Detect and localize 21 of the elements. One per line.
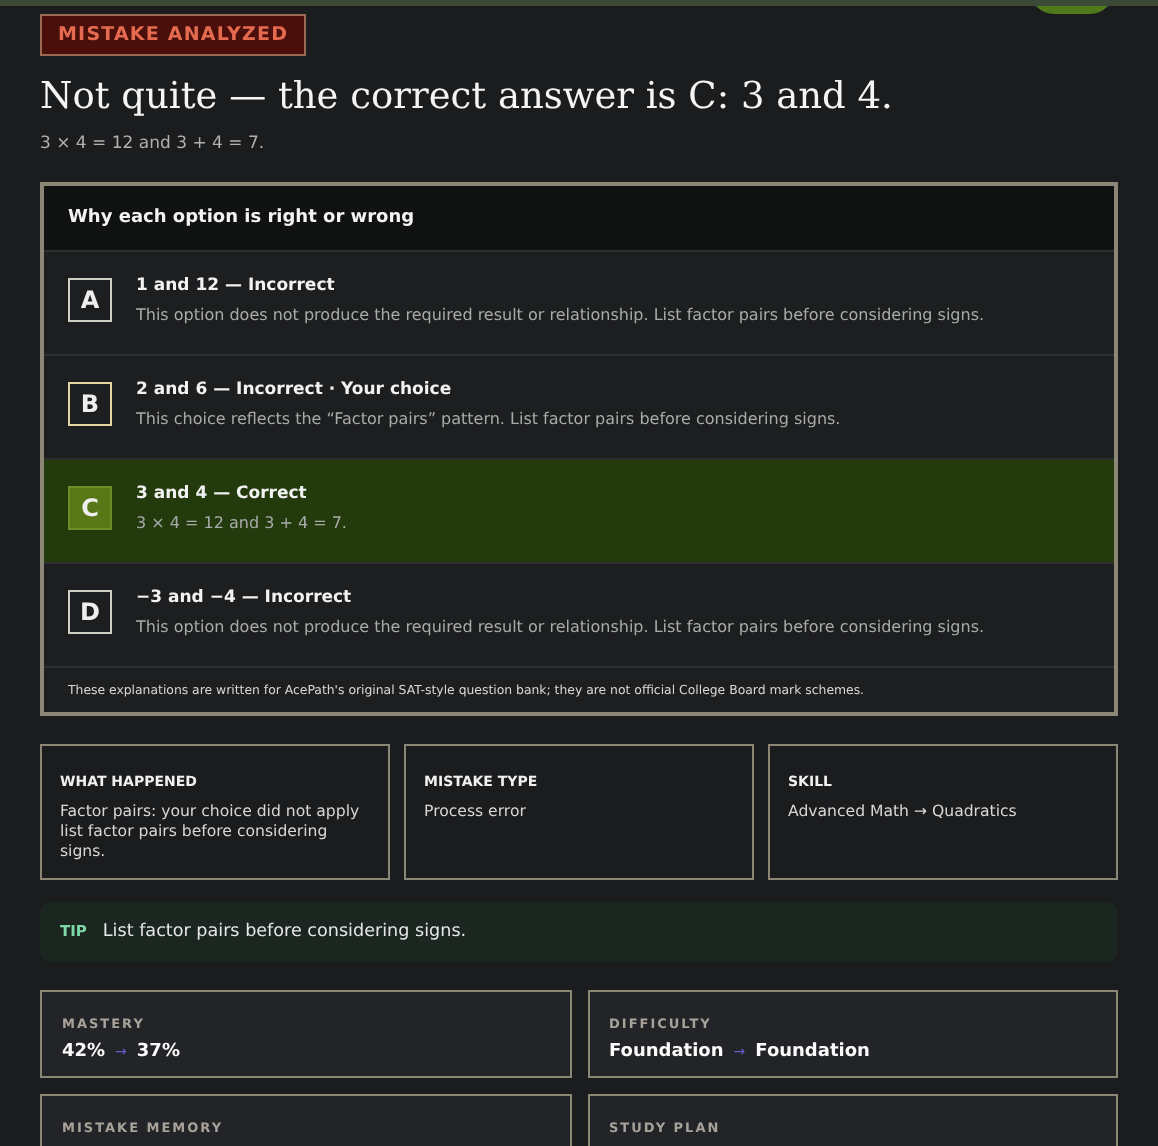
option-letter: C bbox=[68, 486, 112, 530]
status-badge: MISTAKE ANALYZED bbox=[40, 14, 307, 56]
option-explanation: This choice reflects the “Factor pairs” pattern. List factor pairs before considering signs. bbox=[136, 410, 841, 428]
option-letter: B bbox=[68, 382, 112, 426]
panel-heading: Why each option is right or wrong bbox=[44, 186, 1114, 250]
option-title: 3 and 4 — Correct bbox=[136, 484, 309, 504]
result-heading: Not quite — the correct answer is C: 3 and 4. bbox=[40, 76, 895, 118]
stat-to-value: Foundation bbox=[755, 1042, 870, 1063]
stat-from-value: 42% bbox=[62, 1042, 106, 1063]
stat-to-value: 37% bbox=[136, 1042, 180, 1063]
stat-from-value: Foundation bbox=[609, 1042, 724, 1063]
option-title: 1 and 12 — Incorrect bbox=[136, 276, 337, 296]
option-letter: A bbox=[68, 278, 112, 322]
result-summary: 3 × 4 = 12 and 3 + 4 = 7. bbox=[40, 134, 267, 154]
option-explanation: 3 × 4 = 12 and 3 + 4 = 7. bbox=[136, 514, 347, 532]
option-explanation: This option does not produce the required result or relationship. List factor pairs before considering signs. bbox=[136, 306, 985, 324]
option-title: 2 and 6 — Incorrect · Your choice bbox=[136, 380, 454, 400]
option-letter: D bbox=[68, 590, 112, 634]
option-explanation: This option does not produce the required result or relationship. List factor pairs before considering signs. bbox=[136, 618, 985, 636]
tip-text: List factor pairs before considering signs. bbox=[102, 922, 467, 943]
option-title: −3 and −4 — Incorrect bbox=[136, 588, 354, 608]
